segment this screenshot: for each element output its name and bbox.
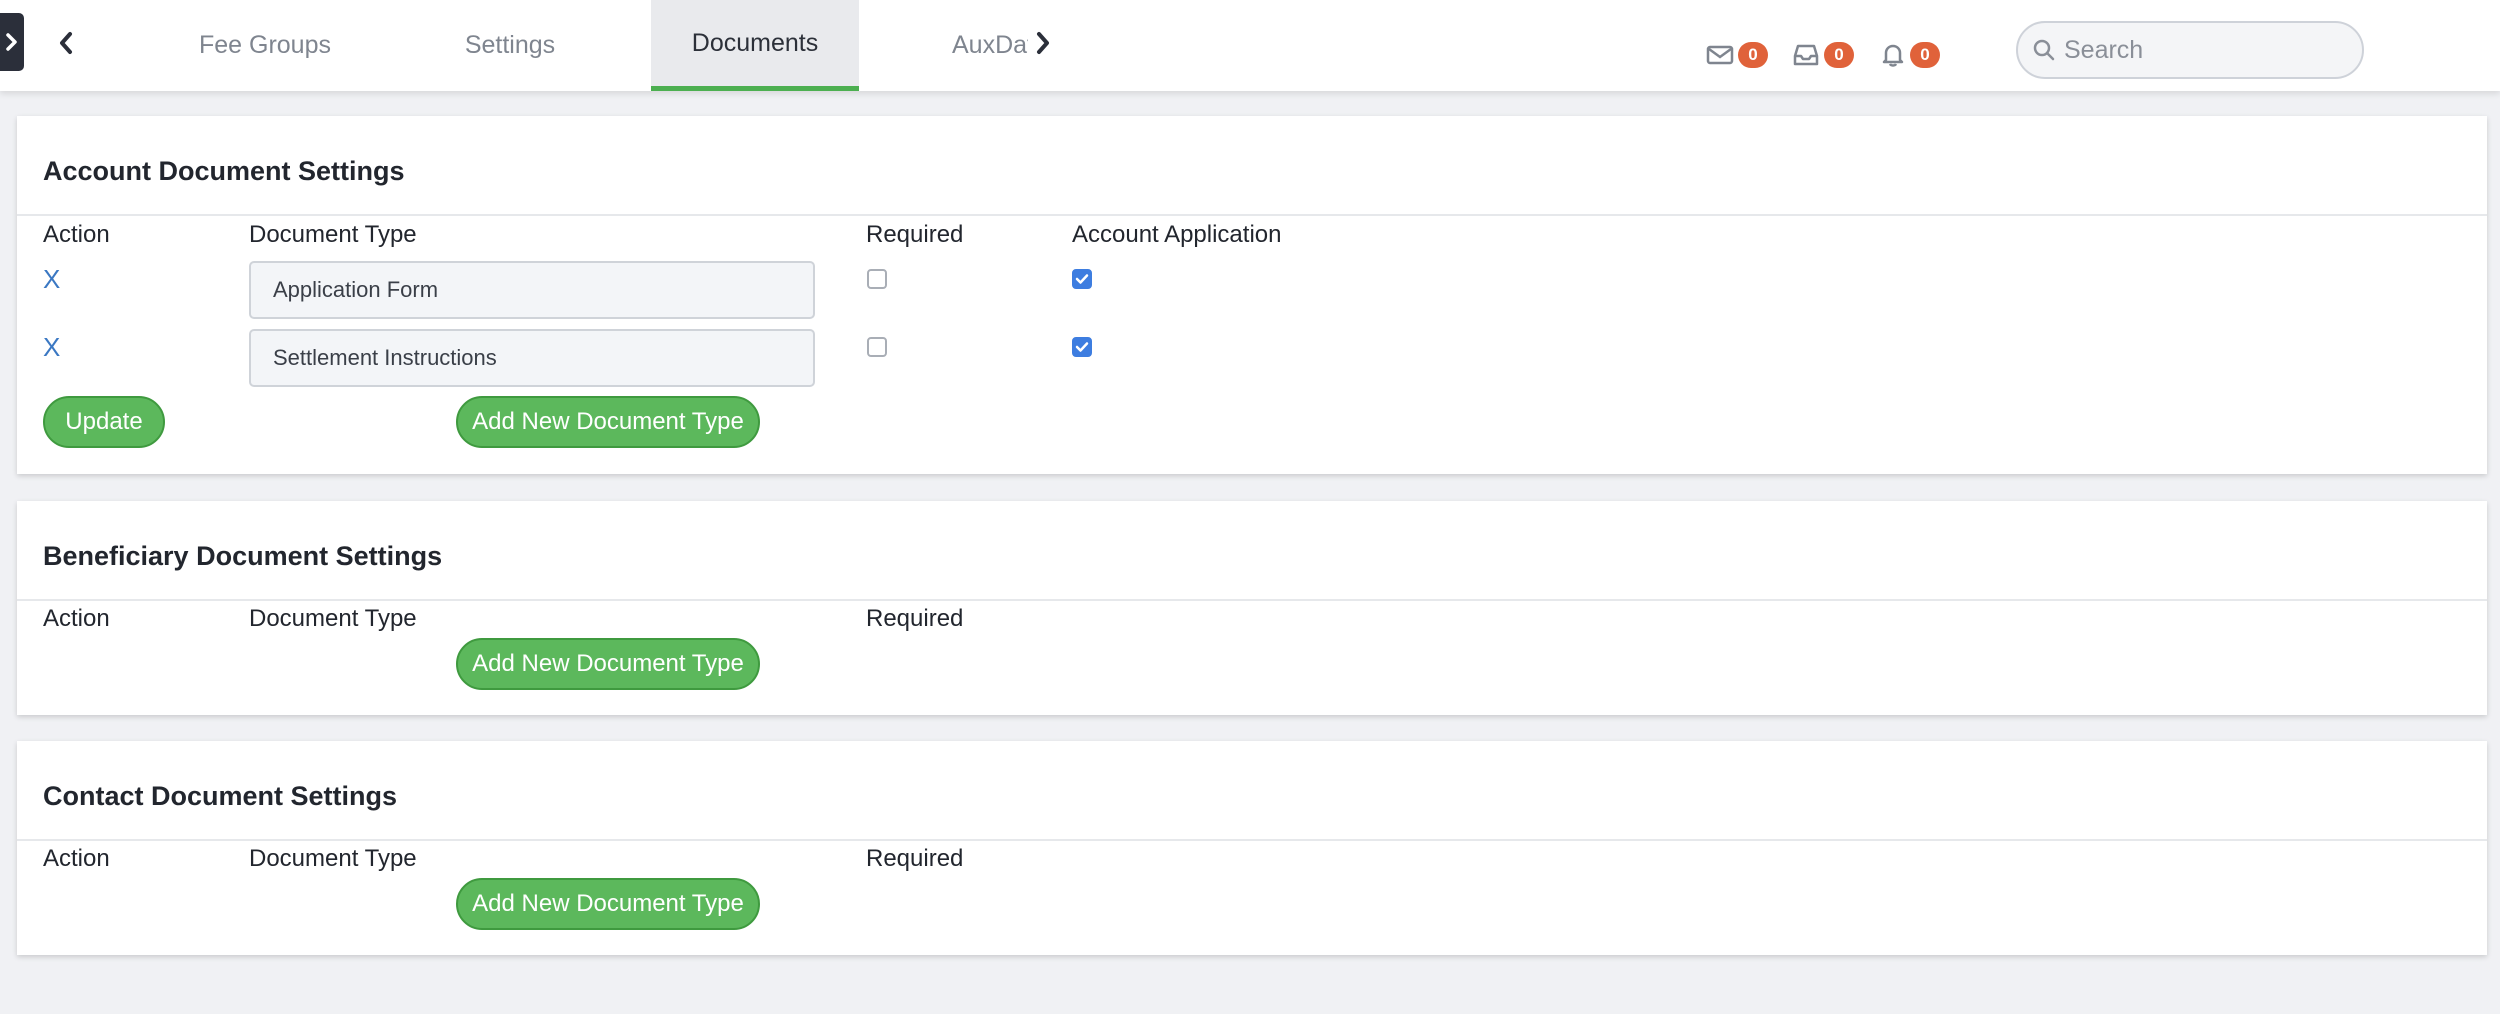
top-navigation-bar: Fee Groups Settings Documents AuxData 0 … bbox=[0, 0, 2500, 91]
document-type-input[interactable] bbox=[249, 329, 815, 387]
add-new-document-type-button[interactable]: Add New Document Type bbox=[456, 638, 760, 690]
messages-notification[interactable]: 0 bbox=[1706, 38, 1768, 72]
divider bbox=[17, 839, 2487, 841]
column-header-required: Required bbox=[866, 221, 964, 248]
divider bbox=[17, 214, 2487, 216]
tab-settings[interactable]: Settings bbox=[420, 0, 600, 91]
required-checkbox[interactable] bbox=[867, 337, 887, 357]
inbox-tray-icon bbox=[1793, 44, 1819, 66]
tabs-scroll-right-button[interactable] bbox=[1031, 26, 1055, 60]
account-application-checkbox[interactable] bbox=[1072, 269, 1092, 289]
checkmark-icon bbox=[1075, 342, 1089, 352]
column-header-document-type: Document Type bbox=[249, 845, 417, 872]
column-header-account-application: Account Application bbox=[1072, 221, 1282, 248]
messages-count-badge: 0 bbox=[1738, 42, 1768, 68]
card-title: Contact Document Settings bbox=[43, 781, 398, 811]
remove-document-link[interactable]: X bbox=[43, 332, 60, 363]
column-header-action: Action bbox=[43, 605, 110, 632]
alerts-count-badge: 0 bbox=[1910, 42, 1940, 68]
remove-document-link[interactable]: X bbox=[43, 264, 60, 295]
add-new-document-type-button[interactable]: Add New Document Type bbox=[456, 878, 760, 930]
search-input[interactable] bbox=[2064, 35, 2344, 65]
column-header-action: Action bbox=[43, 845, 110, 872]
column-header-required: Required bbox=[866, 605, 964, 632]
tab-fee-groups[interactable]: Fee Groups bbox=[170, 0, 360, 91]
update-button[interactable]: Update bbox=[43, 396, 165, 448]
search-box[interactable] bbox=[2016, 21, 2364, 79]
divider bbox=[17, 599, 2487, 601]
chevron-left-icon bbox=[60, 32, 72, 54]
tab-documents[interactable]: Documents bbox=[651, 0, 859, 91]
bell-icon bbox=[1882, 44, 1904, 67]
account-document-settings-card: Account Document Settings Action Documen… bbox=[17, 116, 2487, 474]
envelope-icon bbox=[1706, 45, 1734, 65]
column-header-required: Required bbox=[866, 845, 964, 872]
column-header-document-type: Document Type bbox=[249, 605, 417, 632]
document-type-input[interactable] bbox=[249, 261, 815, 319]
contact-document-settings-card: Contact Document Settings Action Documen… bbox=[17, 741, 2487, 955]
tabs-scroll-left-button[interactable] bbox=[54, 26, 78, 60]
column-header-document-type: Document Type bbox=[249, 221, 417, 248]
alerts-notification[interactable]: 0 bbox=[1880, 38, 1940, 72]
account-application-checkbox[interactable] bbox=[1072, 337, 1092, 357]
chevron-right-icon bbox=[1037, 32, 1049, 54]
checkmark-icon bbox=[1075, 274, 1089, 284]
column-header-action: Action bbox=[43, 221, 110, 248]
beneficiary-document-settings-card: Beneficiary Document Settings Action Doc… bbox=[17, 501, 2487, 715]
sidebar-toggle-button[interactable] bbox=[0, 13, 24, 71]
chevron-right-icon bbox=[6, 33, 17, 51]
card-title: Beneficiary Document Settings bbox=[43, 541, 443, 571]
card-title: Account Document Settings bbox=[43, 156, 405, 186]
add-new-document-type-button[interactable]: Add New Document Type bbox=[456, 396, 760, 448]
required-checkbox[interactable] bbox=[867, 269, 887, 289]
inbox-count-badge: 0 bbox=[1824, 42, 1854, 68]
inbox-notification[interactable]: 0 bbox=[1792, 38, 1854, 72]
search-icon bbox=[2033, 39, 2055, 61]
tab-auxdata[interactable]: AuxData bbox=[952, 0, 1028, 91]
